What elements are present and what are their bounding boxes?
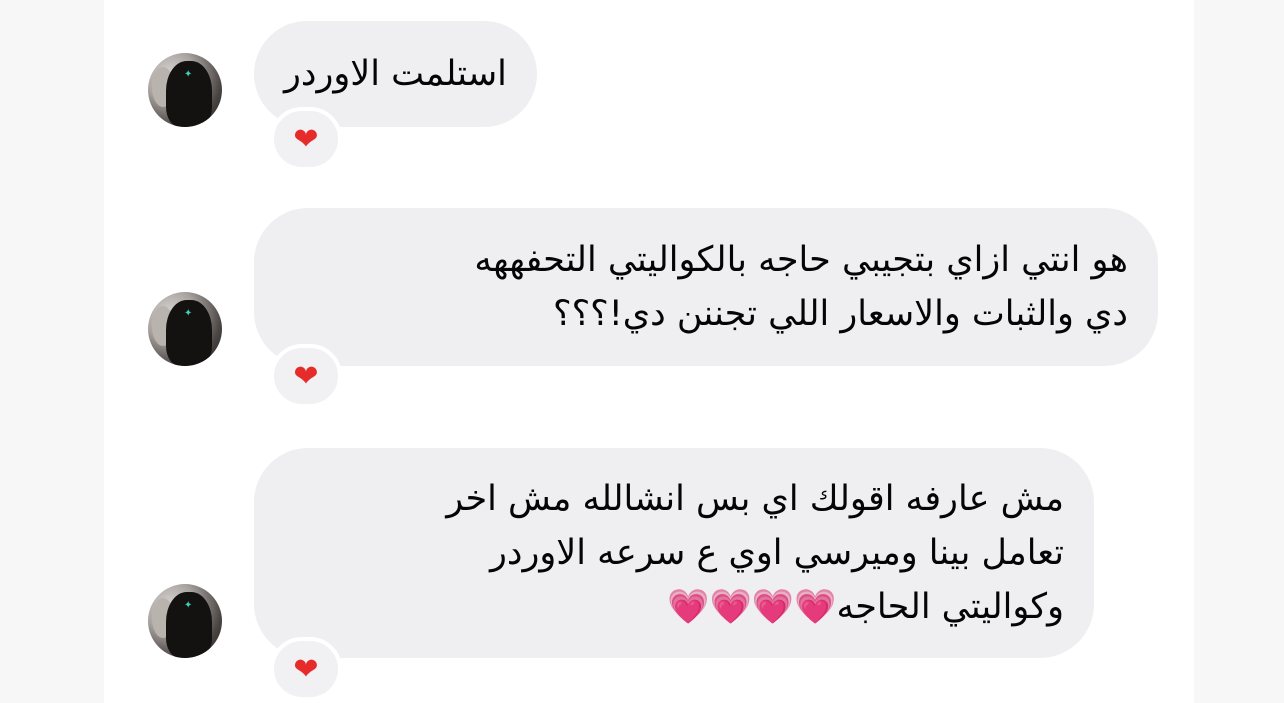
reaction-badge[interactable]: ❤	[270, 344, 342, 408]
sender-avatar[interactable]: ✦	[148, 584, 222, 658]
message-text: وكواليتي الحاجه	[836, 587, 1065, 627]
message-text: تعامل بينا وميرسي اوي ع سرعه الاوردر	[489, 533, 1064, 573]
message-text: هو انتي ازاي بتجيبي حاجه بالكواليتي التح…	[474, 240, 1128, 280]
sender-avatar[interactable]: ✦	[148, 292, 222, 366]
message-bubble[interactable]: هو انتي ازاي بتجيبي حاجه بالكواليتي التح…	[254, 208, 1158, 366]
butterfly-clip-icon: ✦	[184, 600, 193, 611]
red-heart-icon: ❤	[293, 651, 319, 687]
message-text: استلمت الاوردر	[284, 54, 507, 94]
message-text-with-emoji: وكواليتي الحاجه💗💗💗💗	[284, 580, 1064, 634]
red-heart-icon: ❤	[293, 121, 319, 157]
reaction-badge[interactable]: ❤	[270, 637, 342, 701]
butterfly-clip-icon: ✦	[184, 69, 193, 80]
message-bubble[interactable]: مش عارفه اقولك اي بس انشالله مش اخر تعام…	[254, 448, 1094, 658]
butterfly-clip-icon: ✦	[184, 308, 193, 319]
reaction-badge[interactable]: ❤	[270, 107, 342, 171]
red-heart-icon: ❤	[293, 358, 319, 394]
sender-avatar[interactable]: ✦	[148, 53, 222, 127]
growing-heart-emoji-icon: 💗💗💗💗	[667, 587, 837, 627]
message-text: دي والثبات والاسعار اللي تجننن دي!؟؟؟	[553, 294, 1128, 334]
message-text: مش عارفه اقولك اي بس انشالله مش اخر	[446, 479, 1064, 519]
chat-thread: ✦ استلمت الاوردر ❤ ✦ هو انتي ازاي بتجيبي…	[104, 0, 1194, 703]
